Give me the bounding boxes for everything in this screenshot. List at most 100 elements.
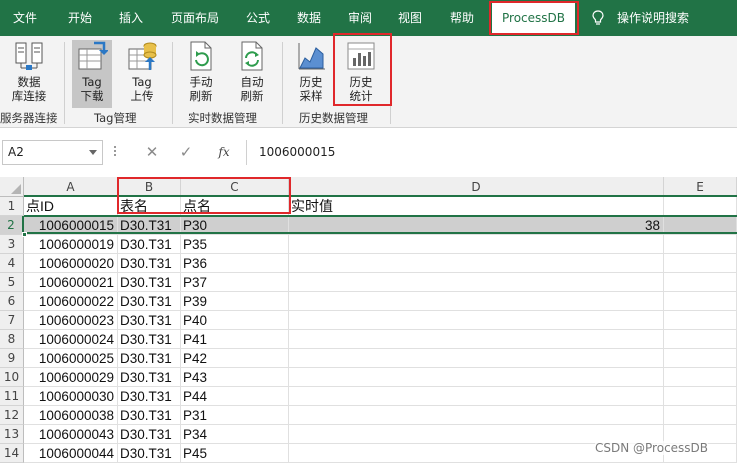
formula-input[interactable]: 1006000015	[246, 140, 737, 165]
tab-home[interactable]: 开始	[68, 0, 92, 36]
cell[interactable]: D30.T31	[118, 311, 181, 330]
row-header[interactable]: 9	[0, 349, 24, 368]
row-header[interactable]: 5	[0, 273, 24, 292]
tag-upload-button[interactable]: Tag 上传	[122, 40, 162, 108]
auto-refresh-button[interactable]: 自动 刷新	[231, 40, 273, 108]
history-stats-button[interactable]: 历史 统计	[340, 40, 382, 108]
cell[interactable]: P39	[181, 292, 289, 311]
insert-function-icon[interactable]: fx	[214, 143, 234, 161]
cell[interactable]: P41	[181, 330, 289, 349]
cell[interactable]: P36	[181, 254, 289, 273]
history-sample-button[interactable]: 历史 采样	[291, 40, 331, 108]
cell[interactable]: 1006000021	[24, 273, 118, 292]
cell[interactable]: P37	[181, 273, 289, 292]
cell[interactable]: 1006000029	[24, 368, 118, 387]
cell[interactable]: 1006000044	[24, 444, 118, 463]
row-header[interactable]: 6	[0, 292, 24, 311]
fill-handle[interactable]	[22, 232, 27, 237]
cell[interactable]: P45	[181, 444, 289, 463]
tab-view[interactable]: 视图	[398, 0, 422, 36]
db-connect-button[interactable]: 数据 库连接	[6, 40, 52, 108]
row-header[interactable]: 2	[0, 216, 24, 235]
enter-check-icon[interactable]: ✓	[176, 143, 196, 161]
cell[interactable]: 点名	[181, 197, 289, 216]
cell[interactable]: 1006000038	[24, 406, 118, 425]
cell[interactable]	[664, 197, 737, 216]
cell[interactable]: 实时值	[289, 197, 664, 216]
cell[interactable]	[664, 368, 737, 387]
cell[interactable]: D30.T31	[118, 235, 181, 254]
cell[interactable]: P30	[181, 216, 289, 235]
tell-me-search[interactable]: 操作说明搜索	[617, 0, 689, 36]
tag-download-button[interactable]: Tag 下载	[72, 40, 112, 108]
formula-bar-resize-handle[interactable]	[114, 144, 117, 158]
cancel-icon[interactable]: ✕	[142, 143, 162, 161]
tab-insert[interactable]: 插入	[119, 0, 143, 36]
cell[interactable]: D30.T31	[118, 330, 181, 349]
row-header[interactable]: 14	[0, 444, 24, 463]
cell[interactable]: 1006000030	[24, 387, 118, 406]
cell[interactable]	[289, 349, 664, 368]
cell[interactable]: 1006000024	[24, 330, 118, 349]
cell[interactable]: 点ID	[24, 197, 118, 216]
cell[interactable]: 1006000015	[24, 216, 118, 235]
cell[interactable]: 表名	[118, 197, 181, 216]
tab-file[interactable]: 文件	[13, 0, 37, 36]
row-header[interactable]: 7	[0, 311, 24, 330]
tab-processdb[interactable]: ProcessDB	[492, 3, 575, 34]
cell[interactable]: P31	[181, 406, 289, 425]
cell[interactable]	[289, 311, 664, 330]
tab-page-layout[interactable]: 页面布局	[171, 0, 219, 36]
cell[interactable]: P35	[181, 235, 289, 254]
cell[interactable]	[664, 235, 737, 254]
manual-refresh-button[interactable]: 手动 刷新	[180, 40, 222, 108]
cell[interactable]: 1006000043	[24, 425, 118, 444]
cell[interactable]: P44	[181, 387, 289, 406]
row-header[interactable]: 1	[0, 197, 24, 216]
row-header[interactable]: 10	[0, 368, 24, 387]
cell[interactable]: 1006000020	[24, 254, 118, 273]
cell[interactable]: 1006000025	[24, 349, 118, 368]
cell[interactable]	[664, 330, 737, 349]
cell[interactable]	[289, 292, 664, 311]
tab-review[interactable]: 审阅	[348, 0, 372, 36]
cell[interactable]	[289, 273, 664, 292]
cell[interactable]: 1006000023	[24, 311, 118, 330]
cell[interactable]: D30.T31	[118, 349, 181, 368]
cell[interactable]	[664, 292, 737, 311]
column-header-c[interactable]: C	[181, 177, 289, 197]
cell[interactable]: P40	[181, 311, 289, 330]
tab-data[interactable]: 数据	[297, 0, 321, 36]
cell[interactable]: P43	[181, 368, 289, 387]
cell[interactable]: D30.T31	[118, 216, 181, 235]
cell[interactable]: 38	[289, 216, 664, 235]
cell[interactable]: P42	[181, 349, 289, 368]
cell[interactable]: D30.T31	[118, 273, 181, 292]
cell[interactable]	[664, 349, 737, 368]
row-header[interactable]: 12	[0, 406, 24, 425]
chevron-down-icon[interactable]	[89, 150, 97, 155]
cell[interactable]: D30.T31	[118, 387, 181, 406]
cell[interactable]	[289, 406, 664, 425]
cell[interactable]	[289, 254, 664, 273]
row-header[interactable]: 4	[0, 254, 24, 273]
cell[interactable]: D30.T31	[118, 444, 181, 463]
column-header-b[interactable]: B	[118, 177, 181, 197]
cell[interactable]: D30.T31	[118, 254, 181, 273]
cell[interactable]: 1006000019	[24, 235, 118, 254]
row-header[interactable]: 11	[0, 387, 24, 406]
cell[interactable]	[289, 235, 664, 254]
cell[interactable]: D30.T31	[118, 292, 181, 311]
tab-help[interactable]: 帮助	[450, 0, 474, 36]
cell[interactable]	[664, 387, 737, 406]
cell[interactable]	[664, 273, 737, 292]
cell[interactable]	[289, 387, 664, 406]
row-header[interactable]: 8	[0, 330, 24, 349]
cell[interactable]	[289, 330, 664, 349]
cell[interactable]: D30.T31	[118, 425, 181, 444]
row-header[interactable]: 3	[0, 235, 24, 254]
row-header[interactable]: 13	[0, 425, 24, 444]
cell[interactable]	[664, 254, 737, 273]
cell[interactable]	[664, 216, 737, 235]
cell[interactable]	[664, 311, 737, 330]
